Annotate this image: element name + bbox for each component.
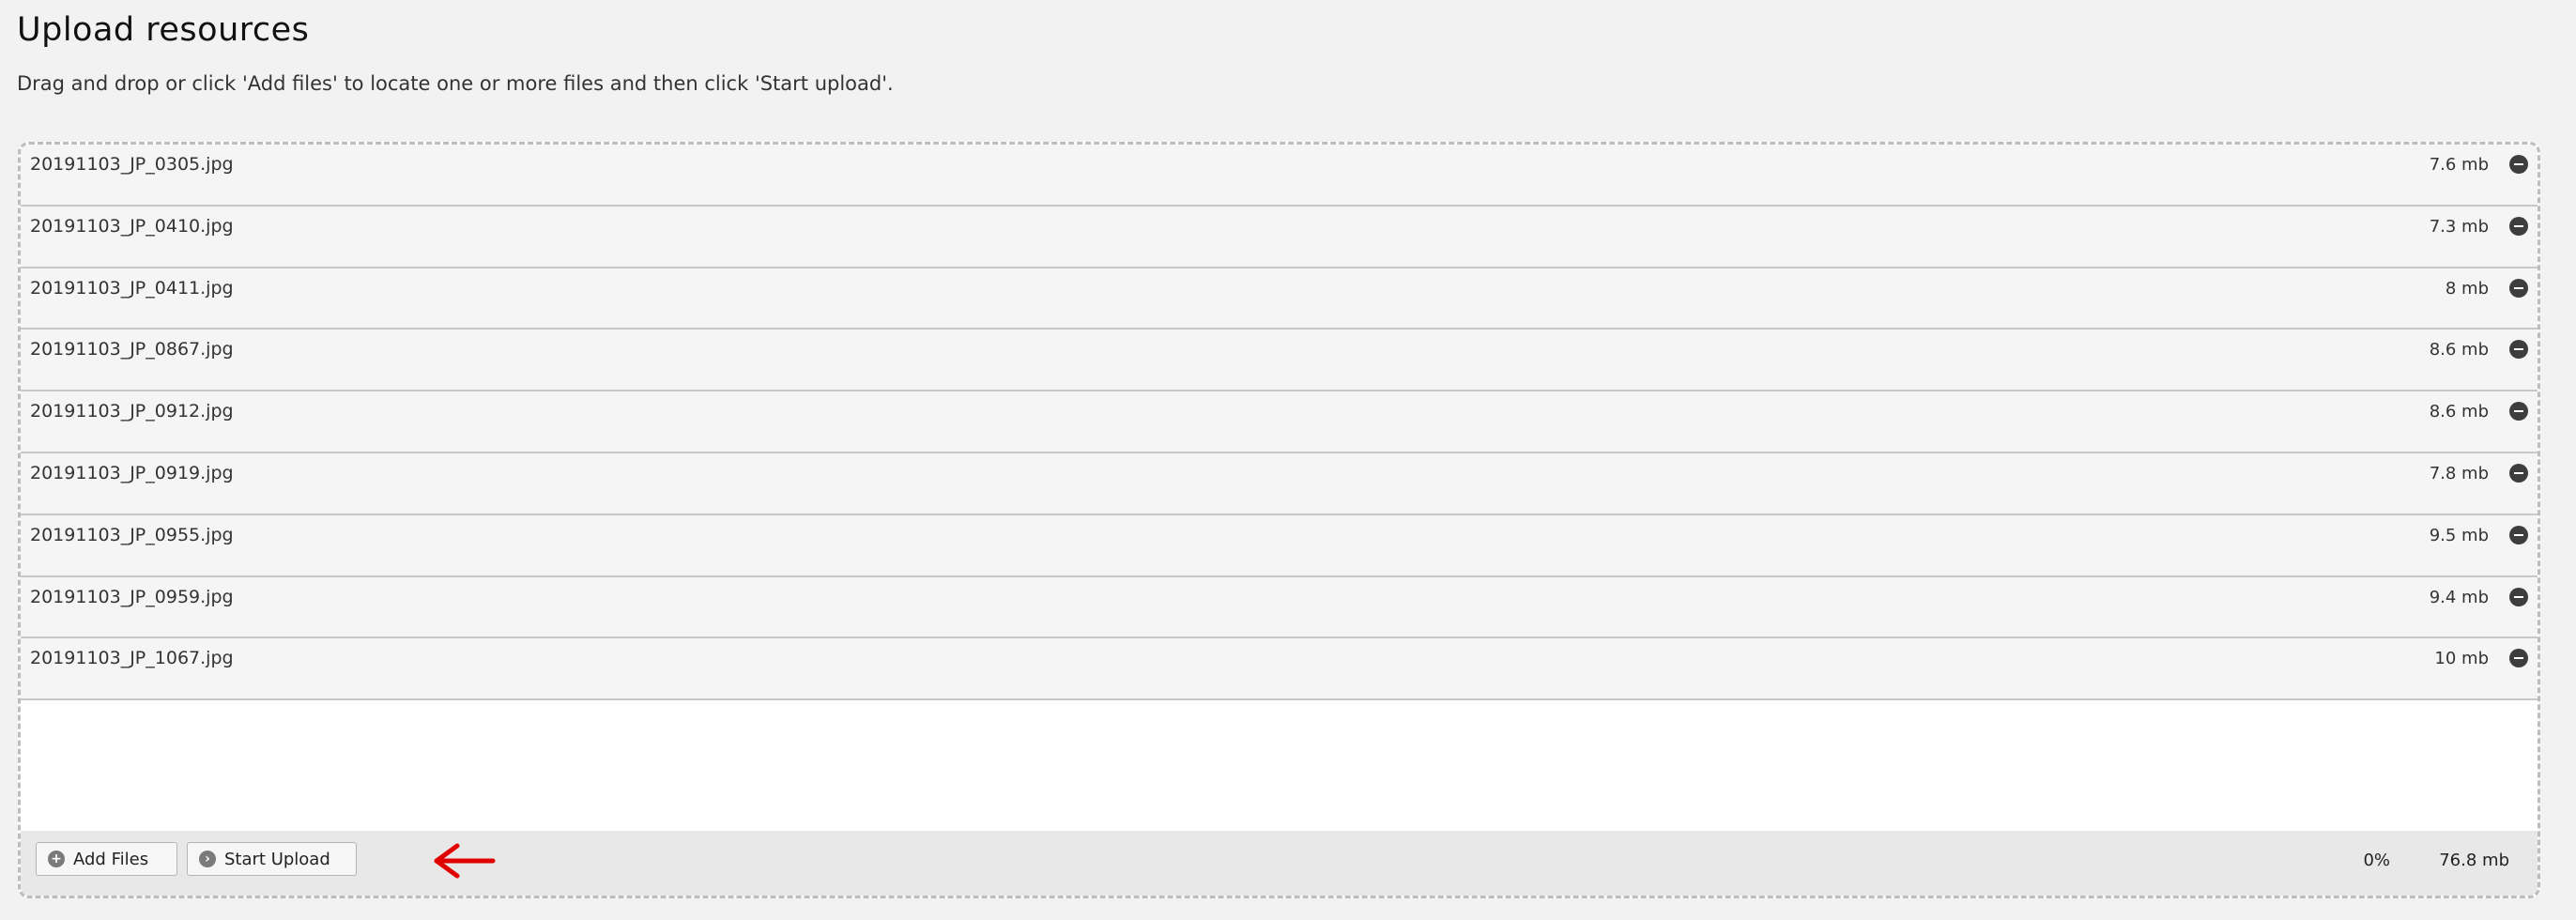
upload-instructions: Drag and drop or click 'Add files' to lo… [17, 72, 894, 95]
file-row: 20191103_JP_0867.jpg 8.6 mb [21, 330, 2538, 392]
red-arrow-left-icon [434, 843, 496, 879]
file-name: 20191103_JP_0959.jpg [30, 586, 234, 607]
file-size: 8 mb [2445, 278, 2489, 299]
file-row: 20191103_JP_0919.jpg 7.8 mb [21, 452, 2538, 515]
file-size: 8.6 mb [2429, 340, 2489, 360]
file-row: 20191103_JP_0959.jpg 9.4 mb [21, 576, 2538, 639]
file-name: 20191103_JP_0955.jpg [30, 524, 234, 545]
start-upload-button[interactable]: › Start Upload [187, 842, 357, 876]
file-name: 20191103_JP_0411.jpg [30, 277, 234, 299]
file-row: 20191103_JP_0411.jpg 8 mb [21, 268, 2538, 330]
start-upload-label: Start Upload [224, 849, 330, 869]
file-name: 20191103_JP_0410.jpg [30, 215, 234, 237]
arrow-circle-icon: › [199, 851, 216, 867]
file-size: 7.3 mb [2429, 216, 2489, 237]
file-size: 7.6 mb [2429, 155, 2489, 175]
page-title: Upload resources [17, 11, 310, 49]
remove-file-icon[interactable] [2509, 340, 2528, 360]
file-list: 20191103_JP_0305.jpg 7.6 mb 20191103_JP_… [21, 145, 2538, 701]
file-size: 9.4 mb [2429, 587, 2489, 607]
remove-file-icon[interactable] [2509, 525, 2528, 544]
upload-footer: + Add Files › Start Upload 0% 76.8 mb [21, 831, 2538, 896]
file-name: 20191103_JP_0867.jpg [30, 339, 234, 360]
file-size: 8.6 mb [2429, 402, 2489, 422]
file-name: 20191103_JP_1067.jpg [30, 648, 234, 669]
remove-file-icon[interactable] [2509, 587, 2528, 606]
file-name: 20191103_JP_0912.jpg [30, 401, 234, 422]
remove-file-icon[interactable] [2509, 649, 2528, 668]
file-row: 20191103_JP_1067.jpg 10 mb [21, 638, 2538, 701]
file-size: 7.8 mb [2429, 463, 2489, 483]
file-row: 20191103_JP_0410.jpg 7.3 mb [21, 206, 2538, 268]
add-files-button[interactable]: + Add Files [36, 842, 177, 876]
upload-dropzone[interactable]: 20191103_JP_0305.jpg 7.6 mb 20191103_JP_… [18, 142, 2540, 898]
add-files-label: Add Files [73, 849, 149, 869]
file-row: 20191103_JP_0955.jpg 9.5 mb [21, 514, 2538, 577]
file-size: 9.5 mb [2429, 525, 2489, 545]
file-name: 20191103_JP_0919.jpg [30, 462, 234, 483]
remove-file-icon[interactable] [2509, 155, 2528, 174]
upload-total-size: 76.8 mb [2439, 851, 2509, 870]
plus-circle-icon: + [48, 851, 65, 867]
remove-file-icon[interactable] [2509, 402, 2528, 422]
remove-file-icon[interactable] [2509, 278, 2528, 298]
remove-file-icon[interactable] [2509, 216, 2528, 236]
file-row: 20191103_JP_0912.jpg 8.6 mb [21, 391, 2538, 453]
upload-progress-percent: 0% [2363, 851, 2390, 870]
file-name: 20191103_JP_0305.jpg [30, 154, 234, 175]
remove-file-icon[interactable] [2509, 463, 2528, 483]
file-size: 10 mb [2434, 649, 2489, 669]
file-row: 20191103_JP_0305.jpg 7.6 mb [21, 145, 2538, 207]
upload-page: Upload resources Drag and drop or click … [0, 0, 2576, 920]
